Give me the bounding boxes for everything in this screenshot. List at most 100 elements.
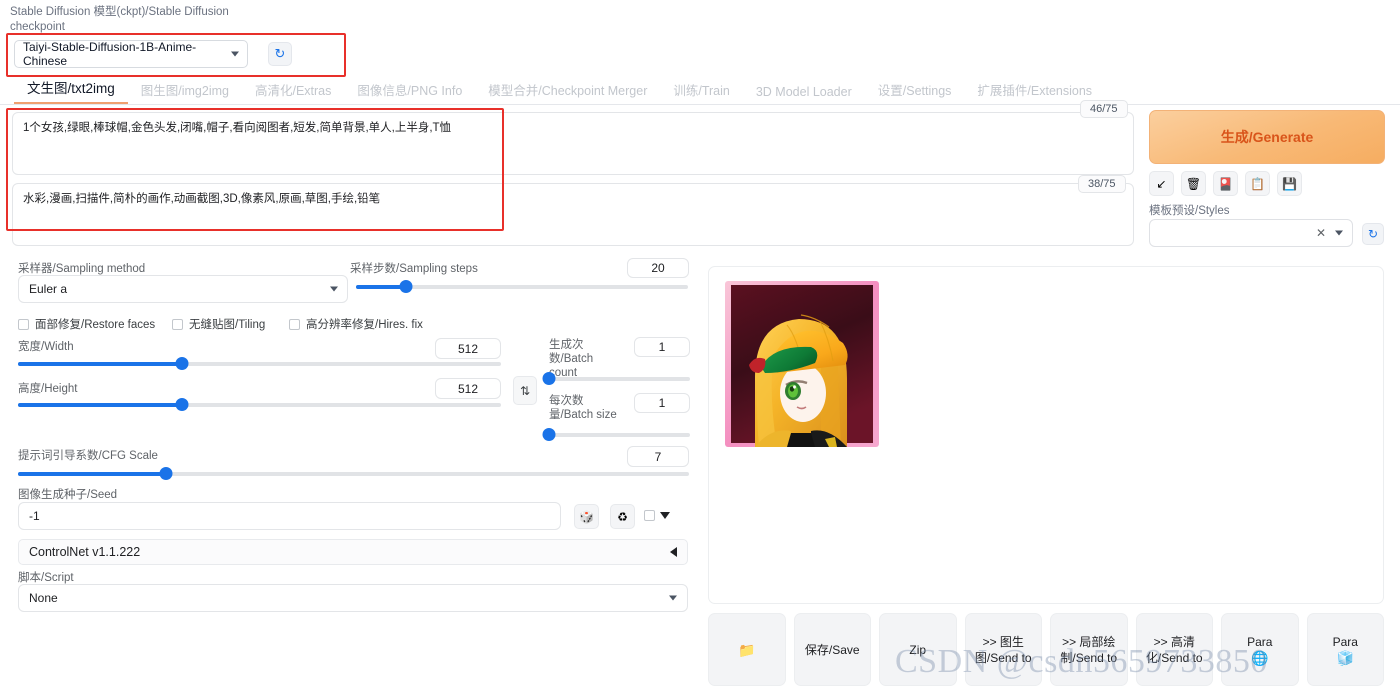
send-to-inpaint-label: >> 局部绘制/Send to [1054,634,1124,666]
send-to-extras-label: >> 高清化/Send to [1140,634,1210,666]
slider-knob[interactable] [399,280,412,293]
restore-faces-checkbox-row[interactable]: 面部修复/Restore faces [18,316,155,332]
positive-token-counter: 46/75 [1080,100,1128,118]
sampling-steps-value[interactable]: 20 [627,258,689,278]
slider-knob[interactable] [543,372,556,385]
negative-prompt-input[interactable]: 水彩,漫画,扫描件,简朴的画作,动画截图,3D,像素风,原画,草图,手绘,铅笔 [12,183,1134,246]
tab-img2img[interactable]: 图生图/img2img [128,80,242,104]
height-value[interactable]: 512 [435,378,501,399]
tab-png-info[interactable]: 图像信息/PNG Info [344,80,475,104]
gallery-action-bar: 📁 保存/Save Zip >> 图生图/Send to >> 局部绘制/Sen… [708,613,1384,686]
random-seed-button[interactable]: 🎲 [574,504,599,529]
card-icon: 🎴 [1218,177,1233,191]
styles-select[interactable]: ✕ [1149,219,1353,247]
slider-fill [18,362,182,366]
height-slider[interactable] [18,403,501,407]
tab-3d-model-loader[interactable]: 3D Model Loader [743,85,865,104]
width-label: 宽度/Width [18,338,74,354]
save-button[interactable]: 保存/Save [794,613,872,686]
dice-icon: 🎲 [579,510,594,524]
width-value[interactable]: 512 [435,338,501,359]
tab-settings[interactable]: 设置/Settings [865,80,965,104]
controlnet-label: ControlNet v1.1.222 [29,545,140,559]
output-gallery[interactable] [708,266,1384,604]
script-select[interactable]: None [18,584,688,612]
batch-size-label: 每次数量/Batch size [549,394,617,422]
tab-checkpoint-merger[interactable]: 模型合并/Checkpoint Merger [475,80,660,104]
checkpoint-select[interactable]: Taiyi-Stable-Diffusion-1B-Anime-Chinese [14,40,248,68]
generate-button[interactable]: 生成/Generate [1149,110,1385,164]
cfg-scale-slider[interactable] [18,472,689,476]
sampling-method-select[interactable]: Euler a [18,275,348,303]
generated-image[interactable] [725,281,879,447]
controlnet-accordion[interactable]: ControlNet v1.1.222 [18,539,688,565]
hires-fix-checkbox-row[interactable]: 高分辨率修复/Hires. fix [289,316,423,332]
sampling-method-label: 采样器/Sampling method [18,260,145,276]
para-globe-button[interactable]: Para 🌐 [1221,613,1299,686]
tab-train[interactable]: 训练/Train [660,80,743,104]
checkpoint-label: Stable Diffusion 模型(ckpt)/Stable Diffusi… [10,5,240,35]
restore-faces-label: 面部修复/Restore faces [35,316,155,332]
seed-extra-options[interactable] [644,510,670,521]
recycle-icon: ♻ [617,510,628,524]
cfg-scale-value[interactable]: 7 [627,446,689,467]
seed-input[interactable]: -1 [18,502,561,530]
seed-label: 图像生成种子/Seed [18,486,117,502]
tab-extras[interactable]: 高清化/Extras [242,80,344,104]
tiling-checkbox-row[interactable]: 无缝贴图/Tiling [172,316,265,332]
positive-prompt-input[interactable]: 1个女孩,绿眼,棒球帽,金色头发,闭嘴,帽子,看向阅图者,短发,简单背景,单人,… [12,112,1134,175]
card-icon-button[interactable]: 🎴 [1213,171,1238,196]
slider-knob[interactable] [176,398,189,411]
send-to-inpaint-button[interactable]: >> 局部绘制/Send to [1050,613,1128,686]
tiling-label: 无缝贴图/Tiling [189,316,265,332]
restore-faces-checkbox[interactable] [18,319,29,330]
send-to-extras-button[interactable]: >> 高清化/Send to [1136,613,1214,686]
clipboard-icon-button[interactable]: 📋 [1245,171,1270,196]
batch-count-slider[interactable] [549,377,690,381]
chevron-left-icon [670,547,677,557]
checkpoint-refresh-button[interactable]: ↻ [268,42,292,66]
sampling-method-value: Euler a [29,282,67,296]
chevron-down-icon [1335,231,1343,236]
batch-size-slider[interactable] [549,433,690,437]
anime-girl-image [725,281,879,447]
open-folder-button[interactable]: 📁 [708,613,786,686]
slider-knob[interactable] [159,467,172,480]
swap-dimensions-button[interactable]: ⇅ [513,376,537,405]
main-tabbar: 文生图/txt2img 图生图/img2img 高清化/Extras 图像信息/… [0,79,1400,105]
batch-size-value[interactable]: 1 [634,393,690,413]
seed-extra-checkbox[interactable] [644,510,655,521]
chevron-down-icon [669,596,677,601]
send-to-img2img-label: >> 图生图/Send to [969,634,1039,666]
arrow-down-left-icon-button[interactable]: ↙ [1149,171,1174,196]
clipboard-icon: 📋 [1250,177,1265,191]
slider-fill [18,403,182,407]
trash-icon-button[interactable]: 🗑 [1181,171,1206,196]
sampling-steps-label: 采样步数/Sampling steps [350,260,478,276]
negative-token-counter: 38/75 [1078,175,1126,193]
tiling-checkbox[interactable] [172,319,183,330]
floppy-save-icon-button[interactable]: 💾 [1277,171,1302,196]
height-label: 高度/Height [18,380,77,396]
slider-knob[interactable] [543,428,556,441]
sampling-steps-slider[interactable] [356,285,688,289]
refresh-icon: ↻ [275,46,286,62]
batch-count-value[interactable]: 1 [634,337,690,357]
styles-refresh-button[interactable]: ↻ [1362,223,1384,245]
send-to-img2img-button[interactable]: >> 图生图/Send to [965,613,1043,686]
save-button-label: 保存/Save [805,642,860,658]
hires-fix-checkbox[interactable] [289,319,300,330]
cfg-scale-label: 提示词引导系数/CFG Scale [18,447,158,463]
tab-txt2img[interactable]: 文生图/txt2img [14,77,128,104]
clear-icon[interactable]: ✕ [1316,226,1326,240]
chevron-down-icon[interactable] [660,512,670,519]
width-slider[interactable] [18,362,501,366]
para-cube-label: Para [1333,634,1358,650]
zip-button-label: Zip [909,642,926,658]
refresh-icon: ↻ [1368,227,1378,241]
slider-knob[interactable] [176,357,189,370]
reuse-seed-button[interactable]: ♻ [610,504,635,529]
folder-icon: 📁 [738,642,755,658]
para-cube-button[interactable]: Para 🧊 [1307,613,1385,686]
zip-button[interactable]: Zip [879,613,957,686]
